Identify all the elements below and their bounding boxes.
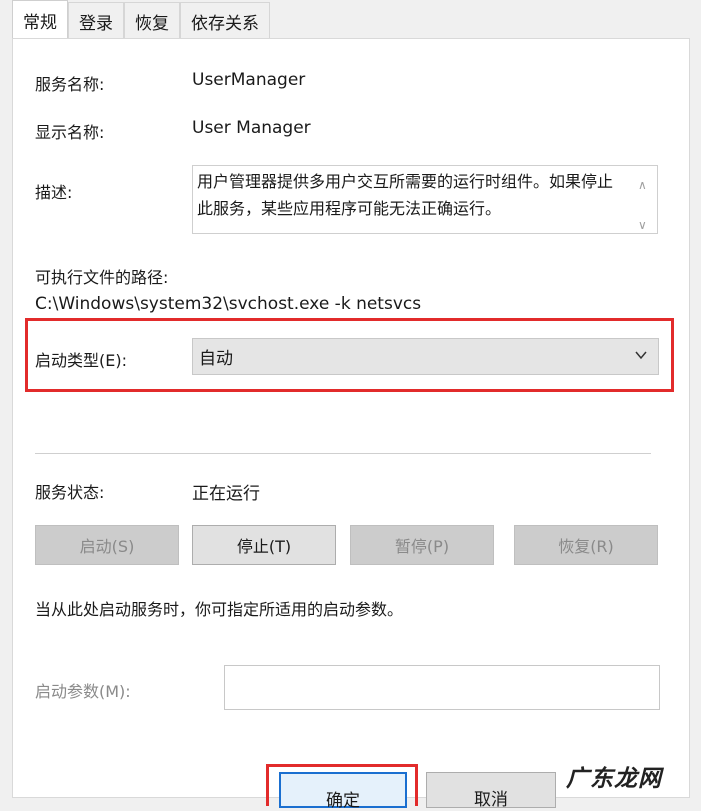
general-panel: 服务名称: UserManager 显示名称: User Manager 描述:… [12,38,690,798]
divider [35,453,651,454]
resume-button[interactable]: 恢复(R) [514,525,658,565]
start-params-hint: 当从此处启动服务时，你可指定所适用的启动参数。 [35,600,404,619]
display-name-label: 显示名称: [35,123,105,142]
service-name-label: 服务名称: [35,75,105,94]
description-label: 描述: [35,183,73,202]
pause-button[interactable]: 暂停(P) [350,525,494,565]
start-params-label: 启动参数(M): [35,682,131,701]
startup-type-value: 自动 [199,349,233,369]
service-status-value: 正在运行 [192,484,260,504]
tab-general[interactable]: 常规 [12,0,68,40]
scroll-up-icon[interactable]: ∧ [638,172,647,199]
watermark-logo: 广东龙网 [566,766,662,792]
service-name-value: UserManager [192,70,306,90]
description-text: 用户管理器提供多用户交互所需要的运行时组件。如果停止此服务，某些应用程序可能无法… [197,172,614,218]
display-name-value: User Manager [192,118,311,138]
chevron-down-icon [635,351,647,360]
description-scrollbar[interactable]: ∧ ∨ [631,166,657,233]
scroll-down-icon[interactable]: ∨ [638,212,647,239]
start-params-input[interactable] [224,665,660,710]
tab-dependencies[interactable]: 依存关系 [180,2,270,39]
tab-strip: 常规 登录 恢复 依存关系 [12,0,270,40]
exec-path-label: 可执行文件的路径: [35,268,169,287]
stop-button[interactable]: 停止(T) [192,525,336,565]
start-button[interactable]: 启动(S) [35,525,179,565]
startup-type-select[interactable]: 自动 [192,338,659,375]
tab-recovery[interactable]: 恢复 [124,2,180,39]
startup-type-label: 启动类型(E): [35,351,127,370]
service-status-label: 服务状态: [35,483,105,502]
description-textbox[interactable]: 用户管理器提供多用户交互所需要的运行时组件。如果停止此服务，某些应用程序可能无法… [192,165,658,234]
exec-path-value: C:\Windows\system32\svchost.exe -k netsv… [35,294,422,314]
tab-logon[interactable]: 登录 [68,2,124,39]
